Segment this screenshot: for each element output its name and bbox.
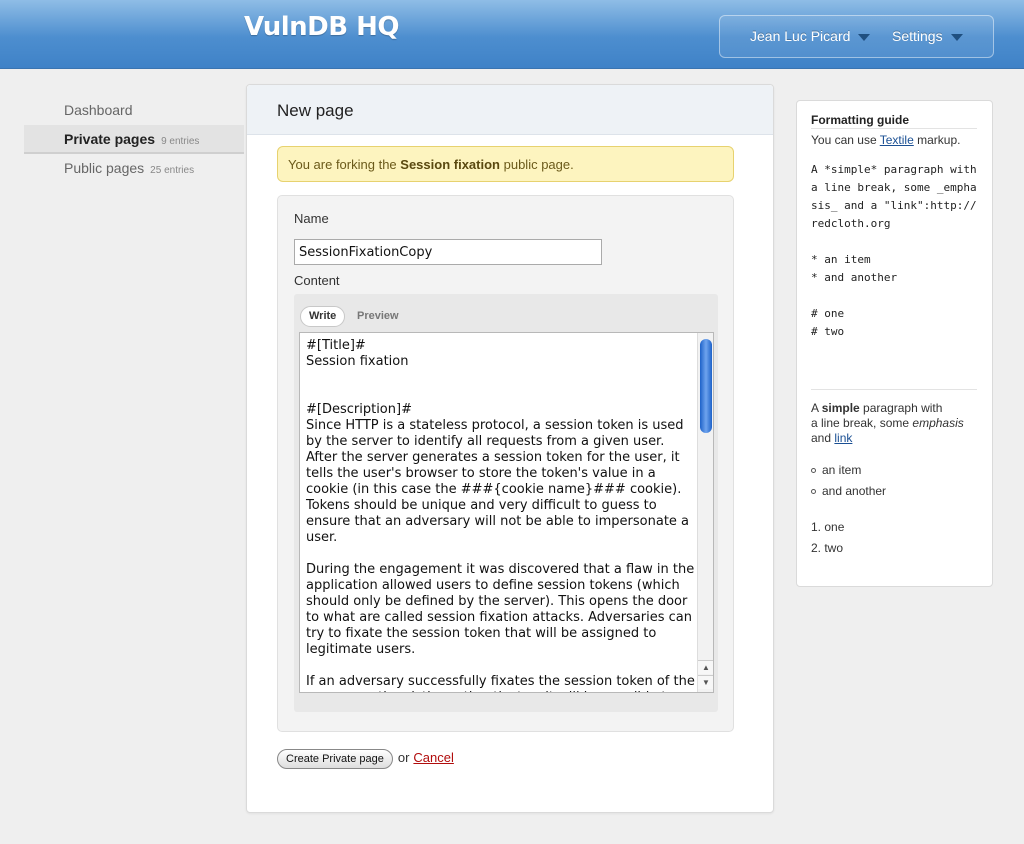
sidebar: Dashboard Private pages 9 entries Public … [24, 96, 244, 183]
guide-bullet-list: an item and another [811, 460, 886, 502]
fork-notice-prefix: You are forking the [288, 157, 397, 172]
content-textarea[interactable]: #[Title]# Session fixation #[Description… [299, 332, 714, 693]
fork-notice-suffix: public page. [503, 157, 574, 172]
user-menu-label: Jean Luc Picard [750, 28, 851, 44]
formatting-guide: Formatting guide You can use Textile mar… [796, 100, 993, 587]
divider [811, 128, 977, 129]
bullet-icon [811, 468, 816, 474]
sidebar-item-private-pages[interactable]: Private pages 9 entries [24, 125, 244, 154]
sidebar-item-label: Dashboard [64, 102, 133, 118]
bullet-icon [811, 489, 816, 495]
render-link[interactable]: link [834, 431, 852, 445]
content-editor: Write Preview #[Title]# Session fixation… [294, 294, 718, 712]
guide-intro-suffix: markup. [917, 133, 961, 147]
guide-code-sample: A *simple* paragraph with a line break, … [811, 163, 977, 338]
textile-link[interactable]: Textile [880, 133, 914, 147]
render-text: A [811, 401, 819, 415]
user-nav: Jean Luc Picard Settings [719, 15, 994, 58]
content-text[interactable]: #[Title]# Session fixation #[Description… [306, 338, 698, 692]
list-item-text: and another [822, 484, 887, 498]
guide-rendered-paragraph: A simple paragraph with a line break, so… [811, 401, 981, 446]
content-label: Content [294, 273, 340, 288]
list-item: 2. two [811, 541, 844, 555]
tab-preview[interactable]: Preview [357, 306, 399, 327]
sidebar-item-dashboard[interactable]: Dashboard [24, 96, 244, 125]
name-label: Name [294, 211, 329, 226]
render-text: paragraph with [863, 401, 943, 415]
list-item: and another [811, 481, 886, 502]
form-actions: Create Private page or Cancel [277, 749, 454, 769]
or-text: or [397, 750, 410, 765]
guide-numbered-list: 1. one 2. two [811, 517, 844, 559]
name-input[interactable] [294, 239, 602, 265]
create-private-page-button[interactable]: Create Private page [277, 749, 393, 769]
cancel-link[interactable]: Cancel [413, 750, 453, 765]
render-strong: simple [821, 401, 860, 415]
sidebar-item-label: Public pages [64, 160, 145, 176]
page-form: Name Content Write Preview #[Title]# Ses… [277, 195, 734, 732]
settings-menu[interactable]: Settings [892, 28, 963, 44]
render-text: a line break, some [811, 416, 910, 430]
tab-write[interactable]: Write [300, 306, 346, 327]
page-title: New page [277, 101, 354, 120]
list-item-text: an item [822, 463, 862, 477]
chevron-down-icon [950, 33, 963, 41]
fork-notice-page-name: Session fixation [400, 157, 500, 172]
user-menu[interactable]: Jean Luc Picard [750, 28, 871, 44]
sidebar-item-label: Private pages [64, 131, 156, 147]
guide-intro: You can use Textile markup. [811, 133, 960, 147]
scrollbar-thumb[interactable] [700, 339, 712, 433]
render-emphasis: emphasis [912, 416, 964, 430]
textarea-scrollbar[interactable]: ▲ ▼ [697, 333, 713, 692]
scroll-up-icon[interactable]: ▲ [698, 660, 713, 674]
render-text: and [811, 431, 832, 445]
top-navbar: VulnDB HQ Jean Luc Picard Settings [0, 0, 1024, 69]
brand-logo[interactable]: VulnDB HQ [244, 12, 399, 42]
fork-notice: You are forking the Session fixation pub… [277, 146, 734, 182]
chevron-down-icon [858, 33, 871, 41]
scroll-down-icon[interactable]: ▼ [698, 675, 713, 689]
list-item: an item [811, 460, 886, 481]
list-item: 1. one [811, 520, 845, 534]
divider [811, 389, 977, 390]
sidebar-item-count: 25 entries [150, 165, 195, 176]
new-page-panel: New page You are forking the Session fix… [246, 84, 774, 813]
sidebar-item-count: 9 entries [161, 136, 200, 147]
guide-intro-prefix: You can use [811, 133, 877, 147]
settings-menu-label: Settings [892, 28, 943, 44]
guide-title: Formatting guide [811, 113, 909, 127]
sidebar-item-public-pages[interactable]: Public pages 25 entries [24, 154, 244, 183]
